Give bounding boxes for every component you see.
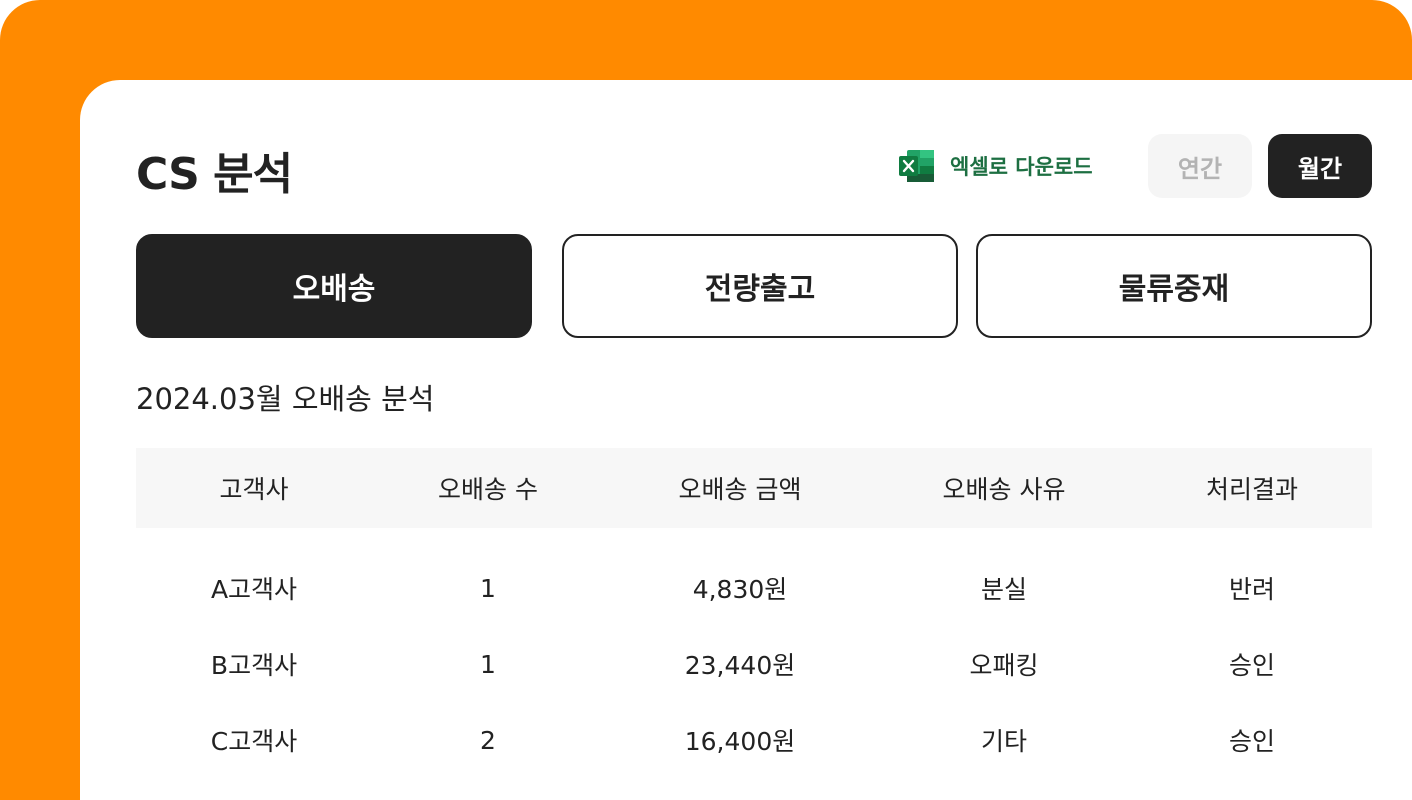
orange-frame: CS 분석 엑셀로 다운로드 연간 월간 오배송 전량출고 물류중재 2024.… [0, 0, 1412, 800]
cell-reason: 기타 [980, 727, 1027, 756]
cell-count: 2 [480, 725, 496, 755]
cell-customer: A고객사 [210, 575, 298, 604]
misdelivery-table: 고객사 오배송 수 오배송 금액 오배송 사유 처리결과 A고객사 1 4,83… [136, 448, 1372, 778]
header-customer: 고객사 [219, 475, 289, 504]
table-row: B고객사 1 23,440원 오패킹 승인 [136, 626, 1372, 702]
cell-customer: B고객사 [210, 651, 298, 680]
cell-reason: 오패킹 [969, 651, 1039, 680]
cell-reason: 분실 [980, 575, 1027, 604]
header-count: 오배송 수 [438, 475, 538, 504]
tab-full-shipment[interactable]: 전량출고 [562, 234, 958, 338]
cell-result: 승인 [1228, 651, 1275, 680]
page-title: CS 분석 [136, 149, 293, 200]
tab-misdelivery[interactable]: 오배송 [136, 234, 532, 338]
cell-count: 1 [480, 573, 496, 603]
table-body: A고객사 1 4,830원 분실 반려 B고객사 1 23,440원 오패킹 승… [136, 528, 1372, 778]
tab-logistics-mediation[interactable]: 물류중재 [976, 234, 1372, 338]
period-monthly-button[interactable]: 월간 [1268, 134, 1372, 198]
header-result: 처리결과 [1205, 475, 1298, 504]
header-reason: 오배송 사유 [942, 475, 1066, 504]
section-title: 2024.03월 오배송 분석 [136, 382, 435, 416]
cell-amount: 23,440원 [684, 651, 796, 680]
table-header: 고객사 오배송 수 오배송 금액 오배송 사유 처리결과 [136, 448, 1372, 528]
period-yearly-button[interactable]: 연간 [1148, 134, 1252, 198]
cell-amount: 16,400원 [684, 727, 796, 756]
cell-result: 반려 [1228, 575, 1275, 604]
excel-download-label: 엑셀로 다운로드 [950, 155, 1093, 179]
cs-analysis-card: CS 분석 엑셀로 다운로드 연간 월간 오배송 전량출고 물류중재 2024.… [80, 80, 1412, 800]
cell-result: 승인 [1228, 727, 1275, 756]
excel-icon [899, 150, 934, 182]
cell-customer: C고객사 [210, 727, 298, 756]
cell-count: 1 [480, 649, 496, 679]
header-amount: 오배송 금액 [678, 475, 802, 504]
cell-amount: 4,830원 [692, 575, 788, 604]
table-row: A고객사 1 4,830원 분실 반려 [136, 550, 1372, 626]
table-row: C고객사 2 16,400원 기타 승인 [136, 702, 1372, 778]
excel-download-button[interactable]: 엑셀로 다운로드 [898, 146, 1093, 186]
